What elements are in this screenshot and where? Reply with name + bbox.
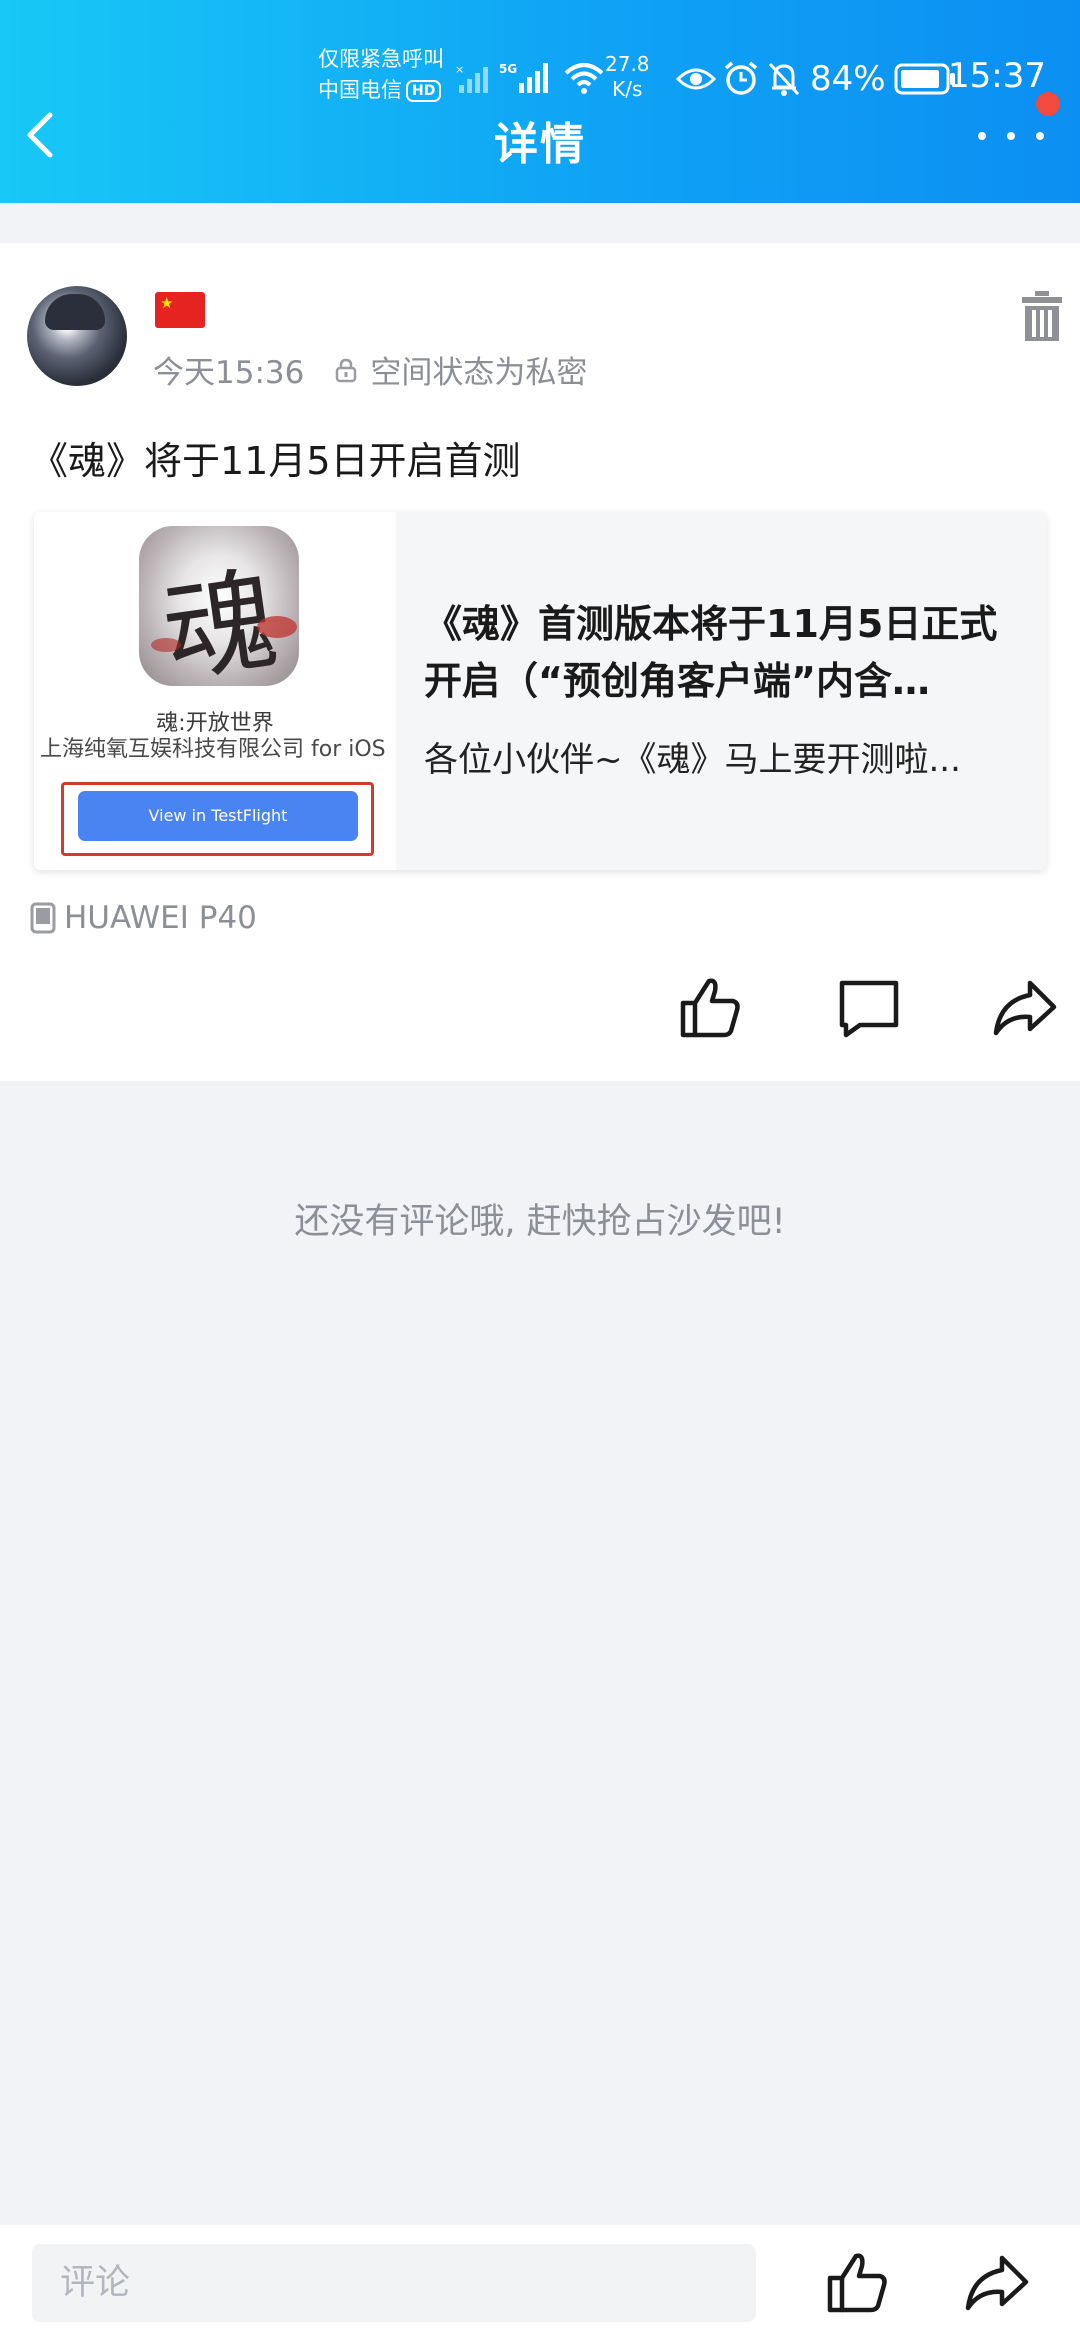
thumbs-up-icon — [680, 978, 740, 1038]
carrier-emergency-text: 仅限紧急呼叫 — [318, 47, 444, 71]
more-dot-icon — [978, 132, 986, 140]
trash-icon — [1022, 291, 1062, 341]
alarm-icon — [724, 61, 758, 95]
eye-icon — [676, 68, 716, 90]
post-title: 《魂》将于11月5日开启首测 — [30, 439, 521, 483]
privacy-status: 空间状态为私密 — [370, 355, 588, 391]
post-time: 今天15:36 — [153, 355, 305, 391]
app-icon-glyph: 魂 — [155, 554, 285, 686]
status-right-icons: 84% — [676, 54, 956, 104]
more-dot-icon — [1036, 132, 1044, 140]
china-flag-icon: ★ — [155, 292, 205, 328]
post-meta: 今天15:36 空间状态为私密 — [153, 347, 587, 392]
lock-icon — [336, 358, 357, 382]
notification-dot — [1036, 92, 1060, 116]
more-options-button[interactable] — [978, 118, 1044, 154]
link-description: 各位小伙伴~《魂》马上要开测啦... — [424, 740, 961, 780]
comment-bubble-icon — [839, 980, 899, 1038]
link-preview-card[interactable]: 魂 魂:开放世界 上海纯氧互娱科技有限公司 for iOS View in Te… — [34, 512, 1046, 870]
like-button[interactable] — [675, 973, 745, 1043]
signal-icon-5g: 5G — [499, 62, 548, 93]
network-speed: 27.8 K/s — [605, 52, 650, 102]
comment-button[interactable] — [834, 973, 904, 1043]
clock-time: 15:37 — [948, 56, 1046, 96]
thumbs-up-icon — [827, 2253, 887, 2313]
bottom-like-button[interactable] — [822, 2248, 892, 2318]
speed-unit: K/s — [612, 77, 643, 101]
device-info: HUAWEI P40 — [30, 900, 257, 936]
phone-icon — [30, 902, 56, 934]
thumbnail-company: 上海纯氧互娱科技有限公司 for iOS — [40, 737, 386, 762]
svg-text:×: × — [455, 63, 464, 76]
delete-button[interactable] — [1020, 290, 1064, 342]
status-bar: 仅限紧急呼叫 中国电信 HD × 5G 27.8 K/s 84% 15:37 — [0, 0, 1080, 110]
share-button[interactable] — [990, 973, 1060, 1043]
carrier-info: 仅限紧急呼叫 中国电信 HD — [318, 44, 444, 106]
link-title: 《魂》首测版本将于11月5日正式开启（“预创角客户端”内含… — [424, 602, 998, 703]
carrier-name: 中国电信 — [318, 78, 402, 102]
more-dot-icon — [1007, 132, 1015, 140]
battery-percent: 84% — [810, 59, 886, 99]
share-arrow-icon — [993, 980, 1057, 1036]
speed-value: 27.8 — [605, 52, 650, 76]
svg-text:5G: 5G — [499, 62, 517, 76]
header-bar: 仅限紧急呼叫 中国电信 HD × 5G 27.8 K/s 84% 15:37 详… — [0, 0, 1080, 203]
link-thumbnail: 魂 魂:开放世界 上海纯氧互娱科技有限公司 for iOS View in Te… — [34, 512, 396, 870]
comment-input[interactable]: 评论 — [32, 2244, 756, 2322]
empty-comments-message: 还没有评论哦, 赶快抢占沙发吧! — [294, 1202, 786, 1242]
share-arrow-icon — [965, 2255, 1029, 2311]
app-icon: 魂 — [139, 526, 299, 686]
page-title: 详情 — [494, 119, 586, 170]
battery-icon — [894, 63, 955, 95]
device-name: HUAWEI P40 — [64, 900, 257, 936]
bell-muted-icon — [768, 62, 800, 96]
testflight-button-image: View in TestFlight — [78, 791, 358, 841]
avatar[interactable] — [27, 286, 127, 386]
signal-icon-1: × — [455, 63, 488, 93]
wifi-icon — [564, 63, 604, 94]
signal-icons: × 5G — [455, 48, 605, 108]
hd-badge: HD — [406, 80, 442, 102]
bottom-share-button[interactable] — [962, 2248, 1032, 2318]
